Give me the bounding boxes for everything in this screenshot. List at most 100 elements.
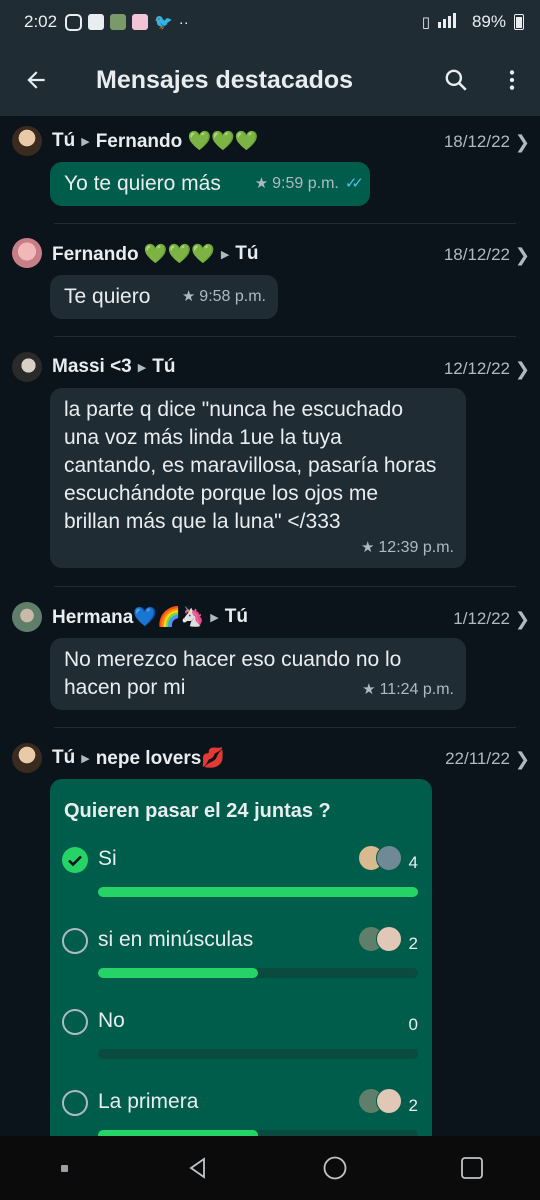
message-route: Hermana💙🌈🦄 ▶ Tú bbox=[52, 605, 248, 629]
double-check-icon: ✓✓ bbox=[344, 175, 364, 192]
message-line: brillan más que la luna" </333 bbox=[64, 510, 341, 533]
chevron-right-icon: ❯ bbox=[514, 245, 530, 265]
app-bar: Mensajes destacados bbox=[0, 44, 540, 116]
notification-icons: 🐦 ·· bbox=[65, 13, 189, 31]
message-route: Fernando 💚💚💚 ▶ Tú bbox=[52, 242, 259, 266]
square-overview-icon bbox=[460, 1157, 483, 1179]
more-vertical-icon bbox=[509, 70, 515, 90]
message-text: Yo te quiero más bbox=[64, 172, 221, 195]
message-time: 9:58 p.m. bbox=[199, 288, 266, 305]
message-bubble[interactable]: Yo te quiero más ★ 9:59 p.m. ✓✓ bbox=[50, 162, 370, 206]
starred-messages-list: Tú ▶ Fernando 💚💚💚 18/12/22 ❯ Yo te quier… bbox=[0, 116, 540, 1136]
message-time: 12:39 p.m. bbox=[378, 539, 454, 556]
message-date: 22/11/22 bbox=[445, 749, 510, 768]
search-icon bbox=[445, 69, 467, 91]
circle-home-icon bbox=[323, 1156, 346, 1180]
sender-name: Tú bbox=[52, 130, 76, 151]
radio-button-icon bbox=[62, 1009, 88, 1035]
poll-bar-fill bbox=[98, 968, 258, 978]
recipient-name: Tú bbox=[235, 243, 259, 264]
triangle-right-icon: ▶ bbox=[81, 752, 90, 765]
back-button[interactable] bbox=[0, 44, 72, 116]
avatar bbox=[12, 126, 42, 156]
message-text: Te quiero bbox=[64, 285, 151, 308]
message-date: 12/12/22 bbox=[443, 359, 510, 378]
voter-avatars bbox=[358, 1088, 402, 1114]
avatar bbox=[12, 238, 42, 268]
avatar bbox=[12, 602, 42, 632]
triangle-right-icon: ▶ bbox=[220, 248, 230, 261]
message-meta: ★ 9:59 p.m. ✓✓ bbox=[254, 170, 364, 198]
divider bbox=[54, 727, 516, 728]
radio-button-icon bbox=[62, 928, 88, 954]
status-time: 2:02 bbox=[24, 12, 58, 31]
poll-option-bar bbox=[98, 887, 418, 897]
overview-button[interactable] bbox=[448, 1144, 496, 1192]
instagram-icon bbox=[65, 13, 83, 31]
star-icon: ★ bbox=[362, 681, 376, 698]
sender-name: Massi <3 bbox=[52, 356, 132, 377]
message-route: Tú ▶ Fernando 💚💚💚 bbox=[52, 129, 259, 153]
battery-icon bbox=[514, 14, 524, 30]
poll-option-bar bbox=[98, 1049, 418, 1059]
message-route: Tú ▶ nepe lovers💋 bbox=[52, 746, 225, 770]
message-meta: ★ 11:24 p.m. bbox=[362, 676, 454, 704]
message-line: la parte q dice "nunca he escuchado bbox=[64, 398, 404, 421]
poll-question: Quieren pasar el 24 juntas ? bbox=[64, 800, 331, 822]
checkmark-icon bbox=[62, 847, 88, 873]
sender-name: Fernando 💚💚💚 bbox=[52, 244, 215, 265]
voter-avatars bbox=[358, 845, 402, 871]
poll-option-count: 2 bbox=[408, 1096, 418, 1115]
avatar bbox=[12, 352, 42, 382]
message-date: 18/12/22 bbox=[443, 245, 510, 264]
home-button[interactable] bbox=[311, 1144, 359, 1192]
chevron-right-icon: ❯ bbox=[514, 749, 530, 769]
chevron-right-icon: ❯ bbox=[514, 609, 530, 629]
message-date: 1/12/22 bbox=[453, 609, 510, 628]
star-icon: ★ bbox=[360, 539, 375, 556]
message-bubble[interactable]: la parte q dice "nunca he escuchado una … bbox=[50, 388, 466, 568]
message-bubble[interactable]: No merezco hacer eso cuando no lo hacen … bbox=[50, 638, 466, 710]
star-icon: ★ bbox=[254, 175, 269, 192]
sender-name: Tú bbox=[52, 747, 76, 768]
chevron-right-icon: ❯ bbox=[514, 359, 530, 379]
voter-avatars bbox=[358, 926, 402, 952]
sender-name: Hermana💙🌈🦄 bbox=[52, 607, 205, 628]
triangle-back-icon bbox=[188, 1157, 205, 1179]
message-line: una voz más linda 1ue la tuya bbox=[64, 426, 342, 449]
app-icon bbox=[110, 14, 127, 30]
app-icon-2 bbox=[132, 14, 149, 30]
poll-option-count: 2 bbox=[408, 934, 418, 953]
star-icon: ★ bbox=[181, 288, 196, 305]
battery-percent: 89% bbox=[471, 12, 506, 31]
message-meta: ★ 12:39 p.m. bbox=[361, 534, 454, 562]
recents-dot-button[interactable] bbox=[45, 1148, 85, 1188]
poll-bubble[interactable]: Quieren pasar el 24 juntas ? Si 4 si en … bbox=[50, 779, 432, 1136]
search-button[interactable] bbox=[428, 52, 484, 108]
poll-option-label: Si bbox=[98, 847, 117, 870]
message-bubble[interactable]: Te quiero ★ 9:58 p.m. bbox=[50, 275, 278, 319]
message-time: 9:59 p.m. bbox=[272, 175, 339, 192]
signal-icon bbox=[437, 12, 464, 33]
message-route: Massi <3 ▶ Tú bbox=[52, 356, 175, 378]
vibrate-icon: ▯ bbox=[421, 14, 430, 31]
message-line: cantando, es maravillosa, pasaría horas bbox=[64, 454, 437, 477]
system-navigation-bar bbox=[0, 1136, 540, 1200]
divider bbox=[54, 223, 516, 224]
recipient-name: Tú bbox=[224, 606, 248, 627]
back-nav-button[interactable] bbox=[174, 1144, 222, 1192]
message-date: 18/12/22 bbox=[443, 132, 510, 151]
more-options-button[interactable] bbox=[484, 52, 540, 108]
avatar bbox=[12, 743, 42, 773]
triangle-right-icon: ▶ bbox=[210, 611, 219, 624]
poll-option-bar bbox=[98, 968, 418, 978]
message-time: 11:24 p.m. bbox=[379, 681, 454, 698]
poll-option-label: si en minúsculas bbox=[98, 928, 254, 951]
recipient-name: nepe lovers💋 bbox=[95, 748, 225, 769]
page-title: Mensajes destacados bbox=[96, 65, 354, 94]
arrow-left-icon bbox=[27, 71, 45, 89]
recipient-name: Fernando 💚💚💚 bbox=[95, 131, 259, 152]
poll-option-count: 4 bbox=[408, 853, 418, 872]
poll-option-label: No bbox=[98, 1009, 125, 1032]
divider bbox=[54, 336, 516, 337]
